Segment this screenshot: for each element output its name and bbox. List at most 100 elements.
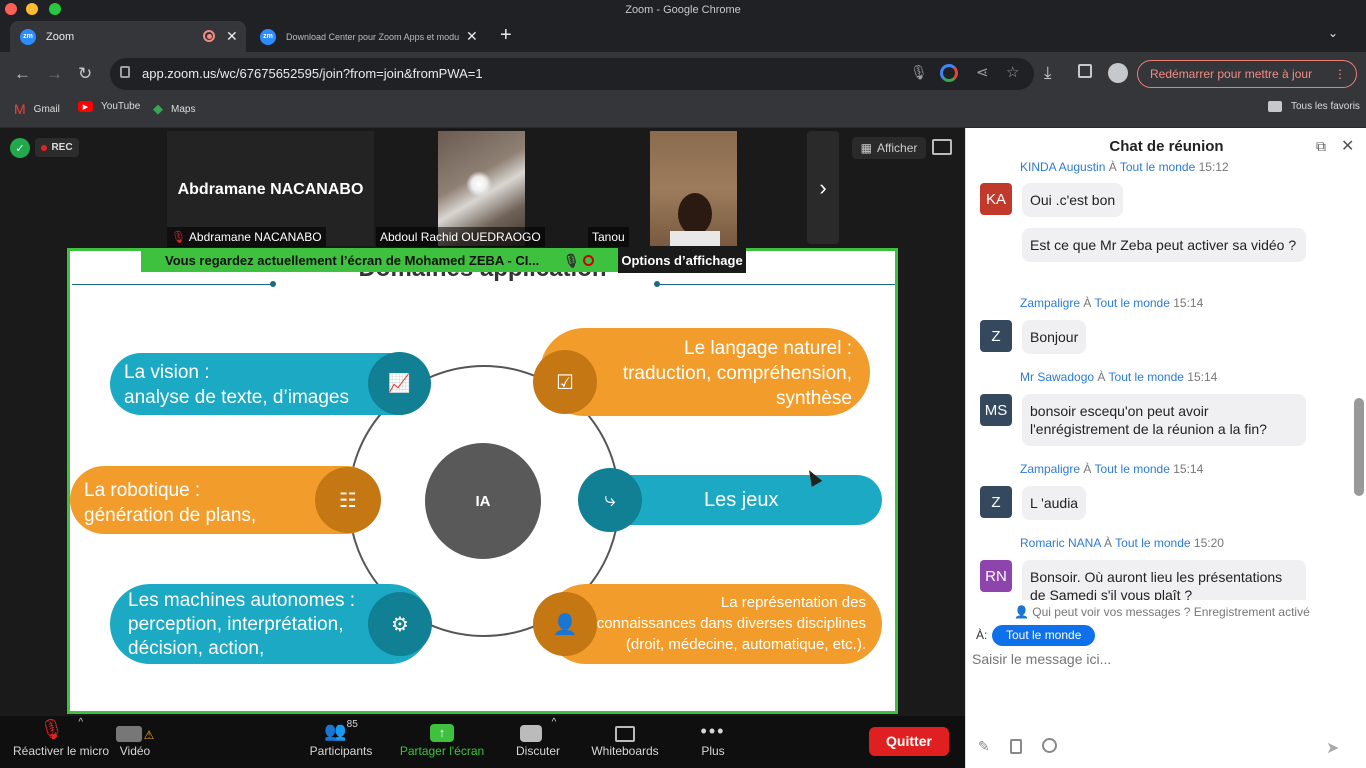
participant-display-name: Abdramane NACANABO <box>177 181 364 198</box>
forward-icon[interactable]: → <box>46 64 63 84</box>
recipient-label: À: <box>976 628 988 642</box>
participant-shirt <box>670 231 720 246</box>
microphone-icon[interactable]: 🎙 <box>910 64 928 81</box>
bookmark-youtube[interactable]: ▶ YouTube <box>78 101 140 112</box>
view-button-label: Afficher <box>876 141 918 155</box>
maps-icon: ◆ <box>153 101 163 116</box>
message-header: KINDA Augustin À Tout le monde 15:12 <box>1020 160 1229 174</box>
participant-tile-abdramane[interactable]: Abdramane NACANABO 🎙 Abdramane NACANABO <box>167 131 374 247</box>
pop-out-icon[interactable]: ⧉ <box>1316 138 1326 155</box>
close-tab-icon[interactable]: ✕ <box>466 28 478 45</box>
share-banner-text: Vous regardez actuellement l’écran de Mo… <box>165 253 540 268</box>
people-icon: 👤 <box>1014 605 1029 619</box>
muted-mic-icon: 🎙 <box>171 230 187 244</box>
google-lens-icon[interactable] <box>940 64 958 82</box>
all-bookmarks-folder[interactable]: Tous les favoris <box>1268 101 1360 112</box>
participant-tile-tanou[interactable]: Tanou <box>588 131 803 247</box>
leave-button[interactable]: Quitter <box>869 727 949 756</box>
participants-count: 85 <box>346 719 358 730</box>
whiteboards-button[interactable]: Whiteboards <box>584 716 666 768</box>
close-chat-icon[interactable]: ✕ <box>1341 136 1354 156</box>
lock-icon <box>120 66 130 78</box>
side-panel-icon[interactable] <box>1078 64 1092 78</box>
visibility-note[interactable]: 👤 Qui peut voir vos messages ? Enregistr… <box>1014 605 1310 619</box>
relaunch-label: Redémarrer pour mettre à jour <box>1150 67 1313 81</box>
bookmark-maps[interactable]: ◆ Maps <box>153 101 195 117</box>
new-tab-icon[interactable]: + <box>500 24 512 47</box>
muted-mic-icon: 🎙 ^ <box>38 717 84 741</box>
recording-indicator-icon <box>583 255 594 266</box>
security-shield-icon[interactable]: ✓ <box>10 138 30 158</box>
folder-icon <box>1268 101 1282 112</box>
browser-tab-strip: Zoom - Google Chrome zm Zoom ✕ zm Downlo… <box>0 0 1366 52</box>
participants-button[interactable]: 👥 85 Participants <box>300 716 382 768</box>
share-nodes-icon: ⤷ <box>578 468 642 532</box>
message-header: Romaric NANA À Tout le monde 15:20 <box>1020 536 1224 550</box>
all-bookmarks-label: Tous les favoris <box>1291 101 1360 112</box>
more-button[interactable]: ••• Plus <box>690 716 736 768</box>
reload-icon[interactable]: ↻ <box>78 64 92 84</box>
meeting-controls: 🎙 ^ Réactiver le micro ⚠ Vidéo 👥 85 Partic… <box>0 716 965 768</box>
download-icon[interactable]: ⤓ <box>1044 63 1052 83</box>
muted-mic-icon: 🎙 <box>563 253 580 268</box>
tab-label: Zoom <box>46 30 75 43</box>
youtube-icon: ▶ <box>78 101 93 112</box>
ceiling-light <box>466 171 492 197</box>
center-label: IA <box>475 492 491 510</box>
chat-label: Discuter <box>515 744 560 758</box>
screen-share-banner: Vous regardez actuellement l’écran de Mo… <box>141 249 619 272</box>
grid-icon: ▦ <box>860 141 872 155</box>
chat-bubble-icon: ^ <box>508 716 568 744</box>
tab-search-chevron-icon[interactable]: ⌄ <box>1328 26 1338 40</box>
participant-face <box>678 193 712 235</box>
message-header: Zampaligre À Tout le monde 15:14 <box>1020 296 1204 310</box>
participant-tile-abdoul[interactable]: Abdoul Rachid OUEDRAOGO <box>376 131 586 247</box>
next-participants-chevron-icon[interactable]: › <box>807 131 839 244</box>
chat-message-input[interactable] <box>972 646 1357 672</box>
participant-name-label: Tanou <box>588 227 629 247</box>
participants-label: Participants <box>309 744 373 758</box>
whiteboard-icon <box>584 716 666 744</box>
exit-fullscreen-icon[interactable] <box>932 139 952 155</box>
view-button[interactable]: ▦ Afficher <box>852 137 926 159</box>
video-label: Vidéo <box>119 744 151 758</box>
shared-screen: Domaines application IA La vision : anal… <box>67 248 898 714</box>
sliders-icon: ☷ <box>315 467 381 533</box>
gmail-icon: M <box>14 101 26 117</box>
unmute-label: Réactiver le micro <box>12 744 110 758</box>
bookmark-star-icon[interactable]: ☆ <box>1006 63 1019 81</box>
address-bar[interactable]: app.zoom.us/wc/67675652595/join?from=joi… <box>110 58 1034 90</box>
profile-avatar-icon[interactable] <box>1108 63 1128 83</box>
relaunch-button[interactable]: Redémarrer pour mettre à jour ⋮ <box>1137 60 1357 88</box>
close-tab-icon[interactable]: ✕ <box>226 28 238 45</box>
video-button[interactable]: ⚠ Vidéo <box>110 716 160 768</box>
avatar: KA <box>980 183 1012 215</box>
avatar: Z <box>980 320 1012 352</box>
title-rule-left <box>72 284 272 285</box>
rec-label: REC <box>51 142 73 153</box>
back-icon[interactable]: ← <box>14 64 31 84</box>
url-text: app.zoom.us/wc/67675652595/join?from=joi… <box>142 66 483 81</box>
format-text-icon[interactable]: ✎ <box>978 738 990 755</box>
center-node: IA <box>425 443 541 559</box>
chat-scrollbar[interactable] <box>1354 398 1364 496</box>
share-screen-button[interactable]: ↑ Partager l'écran <box>392 716 492 768</box>
recording-indicator-icon <box>203 30 215 42</box>
more-vert-icon: ⋮ <box>1334 67 1346 81</box>
view-options-button[interactable]: Options d’affichage <box>618 248 746 273</box>
bookmark-gmail[interactable]: M Gmail <box>14 101 60 117</box>
unmute-button[interactable]: 🎙 ^ Réactiver le micro <box>8 716 114 768</box>
tab-zoom[interactable]: zm Zoom ✕ <box>10 21 246 52</box>
avatar: Z <box>980 486 1012 518</box>
share-icon[interactable]: ⋖ <box>976 63 989 81</box>
tab-download-center[interactable]: zm Download Center pour Zoom Apps et mod… <box>250 21 490 52</box>
share-screen-icon: ↑ <box>392 716 492 744</box>
whiteboards-label: Whiteboards <box>591 744 659 758</box>
file-icon[interactable] <box>1010 739 1022 754</box>
recipient-selector[interactable]: Tout le monde <box>992 625 1096 646</box>
chat-button[interactable]: ^ Discuter <box>508 716 568 768</box>
domain-games: Les jeux <box>600 475 882 525</box>
bookmark-label: YouTube <box>101 101 141 112</box>
send-icon[interactable]: ➤ <box>1326 738 1339 758</box>
emoji-icon[interactable] <box>1042 738 1057 753</box>
